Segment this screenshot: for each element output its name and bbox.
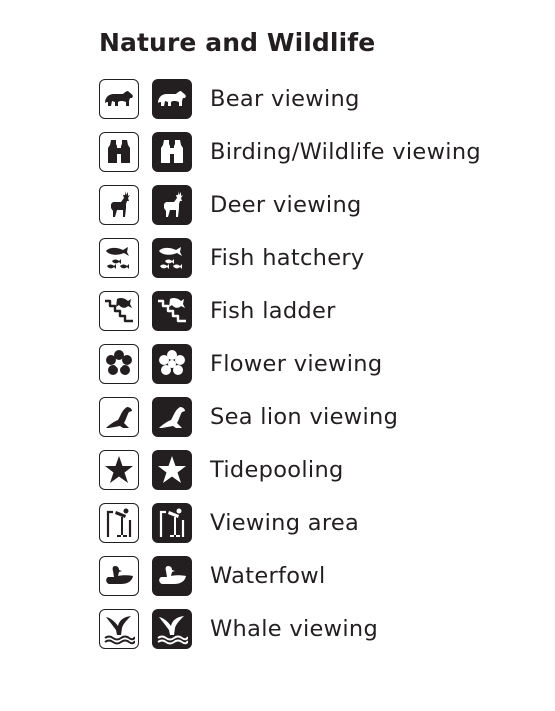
deer-icon xyxy=(152,185,192,225)
fish-ladder-icon xyxy=(99,291,139,331)
sea-lion-icon xyxy=(99,397,139,437)
flower-icon xyxy=(152,344,192,384)
legend-label: Fish ladder xyxy=(210,298,336,324)
binoculars-icon xyxy=(99,132,139,172)
duck-icon xyxy=(99,556,139,596)
fish-hatchery-icon xyxy=(152,238,192,278)
starfish-icon xyxy=(152,450,192,490)
fish-hatchery-icon xyxy=(99,238,139,278)
bear-icon xyxy=(99,79,139,119)
whale-tail-icon xyxy=(99,609,139,649)
legend-label: Viewing area xyxy=(210,510,360,536)
legend-item-whale-viewing: Whale viewing xyxy=(99,608,378,650)
bear-icon xyxy=(152,79,192,119)
legend-label: Bear viewing xyxy=(210,86,360,112)
viewing-area-icon xyxy=(99,503,139,543)
legend-label: Deer viewing xyxy=(210,192,362,218)
legend-item-fish-ladder: Fish ladder xyxy=(99,290,336,332)
flower-icon xyxy=(99,344,139,384)
legend-label: Whale viewing xyxy=(210,616,379,642)
legend-item-fish-hatchery: Fish hatchery xyxy=(99,237,365,279)
legend-label: Sea lion viewing xyxy=(210,404,399,430)
legend-item-waterfowl: Waterfowl xyxy=(99,555,326,597)
legend-label: Flower viewing xyxy=(210,351,383,377)
legend-item-flower-viewing: Flower viewing xyxy=(99,343,382,385)
deer-icon xyxy=(99,185,139,225)
starfish-icon xyxy=(99,450,139,490)
sea-lion-icon xyxy=(152,397,192,437)
binoculars-icon xyxy=(152,132,192,172)
legend-label: Birding/Wildlife viewing xyxy=(210,139,481,165)
legend-item-sea-lion-viewing: Sea lion viewing xyxy=(99,396,398,438)
legend-item-birding-wildlife-viewing: Birding/Wildlife viewing xyxy=(99,131,481,173)
legend-item-deer-viewing: Deer viewing xyxy=(99,184,362,226)
page-title: Nature and Wildlife xyxy=(99,28,376,57)
legend-item-tidepooling: Tidepooling xyxy=(99,449,344,491)
legend-label: Tidepooling xyxy=(210,457,344,483)
fish-ladder-icon xyxy=(152,291,192,331)
legend-item-bear-viewing: Bear viewing xyxy=(99,78,360,120)
duck-icon xyxy=(152,556,192,596)
viewing-area-icon xyxy=(152,503,192,543)
legend-label: Fish hatchery xyxy=(210,245,365,271)
whale-tail-icon xyxy=(152,609,192,649)
legend-label: Waterfowl xyxy=(210,563,326,589)
legend-item-viewing-area: Viewing area xyxy=(99,502,359,544)
